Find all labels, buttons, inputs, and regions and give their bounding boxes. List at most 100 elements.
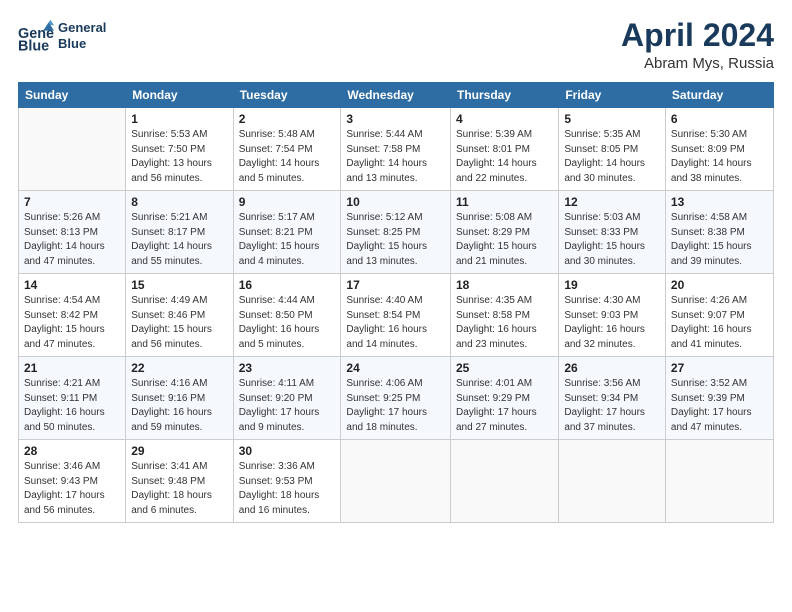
day-number: 6 [671, 112, 768, 126]
day-number: 12 [564, 195, 660, 209]
month-title: April 2024 [621, 18, 774, 53]
day-info: Sunrise: 5:03 AM Sunset: 8:33 PM Dayligh… [564, 211, 660, 269]
day-info: Sunrise: 4:58 AM Sunset: 8:38 PM Dayligh… [671, 211, 768, 269]
day-number: 18 [456, 278, 553, 292]
day-cell: 5 Sunrise: 5:35 AM Sunset: 8:05 PM Daylig… [559, 108, 666, 191]
day-info: Sunrise: 4:49 AM Sunset: 8:46 PM Dayligh… [131, 294, 227, 352]
logo-line2: Blue [58, 36, 106, 52]
day-number: 11 [456, 195, 553, 209]
day-number: 29 [131, 444, 227, 458]
day-number: 23 [239, 361, 336, 375]
title-block: April 2024 Abram Mys, Russia [621, 18, 774, 72]
col-thursday: Thursday [450, 83, 558, 108]
day-cell [19, 108, 126, 191]
location-title: Abram Mys, Russia [621, 55, 774, 72]
week-row-5: 28 Sunrise: 3:46 AM Sunset: 9:43 PM Dayli… [19, 440, 774, 523]
day-cell: 13 Sunrise: 4:58 AM Sunset: 8:38 PM Dayli… [665, 191, 773, 274]
day-info: Sunrise: 3:41 AM Sunset: 9:48 PM Dayligh… [131, 460, 227, 518]
week-row-4: 21 Sunrise: 4:21 AM Sunset: 9:11 PM Dayli… [19, 357, 774, 440]
day-info: Sunrise: 3:56 AM Sunset: 9:34 PM Dayligh… [564, 377, 660, 435]
day-cell: 9 Sunrise: 5:17 AM Sunset: 8:21 PM Daylig… [233, 191, 341, 274]
col-wednesday: Wednesday [341, 83, 451, 108]
col-monday: Monday [126, 83, 233, 108]
page: General Blue General Blue April 2024 Abr… [0, 0, 792, 612]
day-cell: 30 Sunrise: 3:36 AM Sunset: 9:53 PM Dayli… [233, 440, 341, 523]
logo-line1: General [58, 20, 106, 36]
day-cell: 27 Sunrise: 3:52 AM Sunset: 9:39 PM Dayli… [665, 357, 773, 440]
week-row-1: 1 Sunrise: 5:53 AM Sunset: 7:50 PM Daylig… [19, 108, 774, 191]
day-cell: 22 Sunrise: 4:16 AM Sunset: 9:16 PM Dayli… [126, 357, 233, 440]
day-info: Sunrise: 4:40 AM Sunset: 8:54 PM Dayligh… [346, 294, 445, 352]
day-info: Sunrise: 5:35 AM Sunset: 8:05 PM Dayligh… [564, 128, 660, 186]
day-cell [341, 440, 451, 523]
day-cell: 21 Sunrise: 4:21 AM Sunset: 9:11 PM Dayli… [19, 357, 126, 440]
day-cell: 10Sunrise: 5:12 AM Sunset: 8:25 PM Dayli… [341, 191, 451, 274]
day-info: Sunrise: 5:30 AM Sunset: 8:09 PM Dayligh… [671, 128, 768, 186]
day-cell: 4Sunrise: 5:39 AM Sunset: 8:01 PM Daylig… [450, 108, 558, 191]
day-cell: 24Sunrise: 4:06 AM Sunset: 9:25 PM Dayli… [341, 357, 451, 440]
day-cell: 8 Sunrise: 5:21 AM Sunset: 8:17 PM Daylig… [126, 191, 233, 274]
day-cell: 14 Sunrise: 4:54 AM Sunset: 8:42 PM Dayli… [19, 274, 126, 357]
day-cell: 28 Sunrise: 3:46 AM Sunset: 9:43 PM Dayli… [19, 440, 126, 523]
day-cell [665, 440, 773, 523]
day-info: Sunrise: 5:44 AM Sunset: 7:58 PM Dayligh… [346, 128, 445, 186]
day-number: 25 [456, 361, 553, 375]
day-cell: 17Sunrise: 4:40 AM Sunset: 8:54 PM Dayli… [341, 274, 451, 357]
col-saturday: Saturday [665, 83, 773, 108]
day-info: Sunrise: 4:54 AM Sunset: 8:42 PM Dayligh… [24, 294, 120, 352]
day-info: Sunrise: 4:01 AM Sunset: 9:29 PM Dayligh… [456, 377, 553, 435]
day-number: 9 [239, 195, 336, 209]
day-number: 28 [24, 444, 120, 458]
day-number: 2 [239, 112, 336, 126]
calendar-table: Sunday Monday Tuesday Wednesday Thursday… [18, 82, 774, 523]
day-cell: 20Sunrise: 4:26 AM Sunset: 9:07 PM Dayli… [665, 274, 773, 357]
day-number: 13 [671, 195, 768, 209]
day-cell: 18 Sunrise: 4:35 AM Sunset: 8:58 PM Dayli… [450, 274, 558, 357]
day-cell: 1 Sunrise: 5:53 AM Sunset: 7:50 PM Daylig… [126, 108, 233, 191]
svg-text:Blue: Blue [18, 38, 49, 54]
day-info: Sunrise: 4:35 AM Sunset: 8:58 PM Dayligh… [456, 294, 553, 352]
day-number: 5 [564, 112, 660, 126]
day-number: 3 [346, 112, 445, 126]
day-number: 4 [456, 112, 553, 126]
day-number: 27 [671, 361, 768, 375]
day-cell [450, 440, 558, 523]
day-info: Sunrise: 4:21 AM Sunset: 9:11 PM Dayligh… [24, 377, 120, 435]
day-number: 20 [671, 278, 768, 292]
header-row: Sunday Monday Tuesday Wednesday Thursday… [19, 83, 774, 108]
day-info: Sunrise: 4:16 AM Sunset: 9:16 PM Dayligh… [131, 377, 227, 435]
day-cell: 29 Sunrise: 3:41 AM Sunset: 9:48 PM Dayli… [126, 440, 233, 523]
day-cell: 26 Sunrise: 3:56 AM Sunset: 9:34 PM Dayli… [559, 357, 666, 440]
day-info: Sunrise: 4:06 AM Sunset: 9:25 PM Dayligh… [346, 377, 445, 435]
day-number: 22 [131, 361, 227, 375]
day-number: 7 [24, 195, 120, 209]
day-number: 8 [131, 195, 227, 209]
day-info: Sunrise: 4:11 AM Sunset: 9:20 PM Dayligh… [239, 377, 336, 435]
logo: General Blue General Blue [18, 18, 106, 54]
day-number: 10 [346, 195, 445, 209]
day-cell: 2 Sunrise: 5:48 AM Sunset: 7:54 PM Daylig… [233, 108, 341, 191]
day-number: 16 [239, 278, 336, 292]
day-cell: 23 Sunrise: 4:11 AM Sunset: 9:20 PM Dayli… [233, 357, 341, 440]
day-number: 30 [239, 444, 336, 458]
day-info: Sunrise: 4:30 AM Sunset: 9:03 PM Dayligh… [564, 294, 660, 352]
day-number: 1 [131, 112, 227, 126]
day-info: Sunrise: 5:26 AM Sunset: 8:13 PM Dayligh… [24, 211, 120, 269]
col-friday: Friday [559, 83, 666, 108]
day-info: Sunrise: 5:53 AM Sunset: 7:50 PM Dayligh… [131, 128, 227, 186]
day-number: 14 [24, 278, 120, 292]
day-cell: 25 Sunrise: 4:01 AM Sunset: 9:29 PM Dayli… [450, 357, 558, 440]
day-number: 26 [564, 361, 660, 375]
day-info: Sunrise: 3:46 AM Sunset: 9:43 PM Dayligh… [24, 460, 120, 518]
day-cell: 6 Sunrise: 5:30 AM Sunset: 8:09 PM Daylig… [665, 108, 773, 191]
day-info: Sunrise: 4:44 AM Sunset: 8:50 PM Dayligh… [239, 294, 336, 352]
day-info: Sunrise: 5:21 AM Sunset: 8:17 PM Dayligh… [131, 211, 227, 269]
day-cell: 12 Sunrise: 5:03 AM Sunset: 8:33 PM Dayli… [559, 191, 666, 274]
day-info: Sunrise: 5:48 AM Sunset: 7:54 PM Dayligh… [239, 128, 336, 186]
day-cell: 7 Sunrise: 5:26 AM Sunset: 8:13 PM Daylig… [19, 191, 126, 274]
day-info: Sunrise: 5:17 AM Sunset: 8:21 PM Dayligh… [239, 211, 336, 269]
day-cell: 15Sunrise: 4:49 AM Sunset: 8:46 PM Dayli… [126, 274, 233, 357]
day-number: 21 [24, 361, 120, 375]
day-info: Sunrise: 3:36 AM Sunset: 9:53 PM Dayligh… [239, 460, 336, 518]
day-info: Sunrise: 3:52 AM Sunset: 9:39 PM Dayligh… [671, 377, 768, 435]
